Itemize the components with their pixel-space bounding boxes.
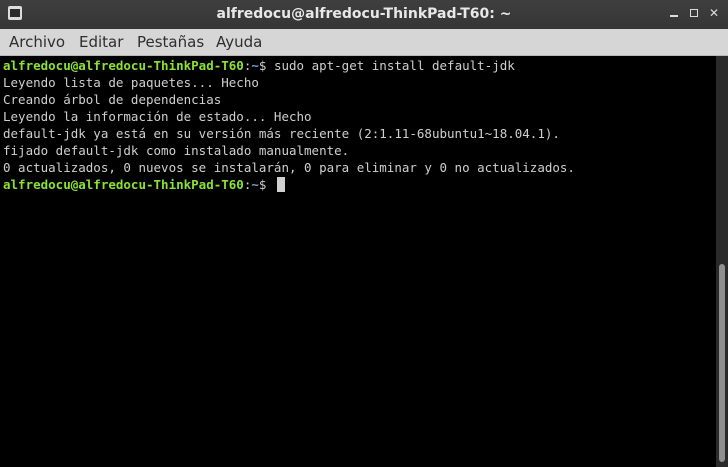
scrollbar-thumb[interactable] — [719, 264, 725, 462]
output-line: fijado default-jdk como instalado manual… — [3, 143, 350, 158]
command-text: sudo apt-get install default-jdk — [273, 58, 515, 73]
prompt-user: alfredocu@alfredocu-ThinkPad-T60 — [3, 58, 244, 73]
title-bar[interactable]: alfredocu@alfredocu-ThinkPad-T60: ~ ✕ — [0, 0, 728, 29]
close-button[interactable]: ✕ — [707, 6, 721, 20]
window-title: alfredocu@alfredocu-ThinkPad-T60: ~ — [216, 6, 512, 22]
output-line: Leyendo lista de paquetes... Hecho — [3, 75, 259, 90]
text-cursor — [276, 177, 285, 192]
output-line: default-jdk ya está en su versión más re… — [3, 126, 560, 141]
current-prompt-line: alfredocu@alfredocu-ThinkPad-T60:~$ — [3, 176, 285, 193]
menu-archivo[interactable]: Archivo — [9, 33, 65, 51]
menu-pestanas[interactable]: Pestañas — [137, 33, 204, 51]
prompt-path: ~ — [251, 58, 259, 73]
prompt-symbol: $ — [258, 58, 274, 73]
maximize-button[interactable] — [687, 6, 701, 20]
vertical-scrollbar[interactable] — [716, 56, 728, 467]
command-line: alfredocu@alfredocu-ThinkPad-T60:~$ sudo… — [3, 57, 515, 74]
minimize-button[interactable] — [667, 6, 681, 20]
terminal-window: alfredocu@alfredocu-ThinkPad-T60: ~ ✕ Ar… — [0, 0, 728, 467]
output-line: Creando árbol de dependencias — [3, 92, 222, 107]
menu-editar[interactable]: Editar — [79, 33, 123, 51]
prompt-user: alfredocu@alfredocu-ThinkPad-T60 — [3, 177, 244, 192]
terminal-output[interactable]: alfredocu@alfredocu-ThinkPad-T60:~$ sudo… — [0, 56, 716, 467]
menu-bar: Archivo Editar Pestañas Ayuda — [0, 29, 728, 56]
output-line: Leyendo la información de estado... Hech… — [3, 109, 312, 124]
prompt-symbol: $ — [258, 177, 274, 192]
output-line: 0 actualizados, 0 nuevos se instalarán, … — [3, 160, 575, 175]
menu-ayuda[interactable]: Ayuda — [216, 33, 262, 51]
prompt-path: ~ — [251, 177, 259, 192]
